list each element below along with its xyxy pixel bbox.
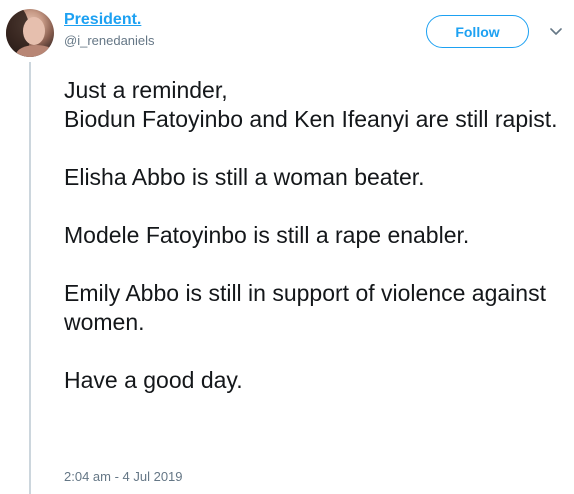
thread-line	[29, 62, 31, 494]
chevron-down-icon-graphic	[550, 28, 562, 35]
chevron-down-icon[interactable]	[549, 25, 563, 39]
tweet-paragraph: Modele Fatoyinbo is still a rape enabler…	[64, 222, 470, 248]
tweet-paragraph: Elisha Abbo is still a woman beater.	[64, 164, 425, 190]
avatar[interactable]	[6, 9, 54, 57]
follow-button[interactable]: Follow	[426, 15, 529, 48]
avatar-shoulder	[16, 45, 54, 57]
tweet-card: President. @i_renedaniels Follow Just a …	[0, 0, 574, 494]
tweet-text: Just a reminder, Biodun Fatoyinbo and Ke…	[64, 76, 564, 395]
author-display-name[interactable]: President.	[64, 10, 141, 30]
tweet-paragraph: Have a good day.	[64, 367, 243, 393]
tweet-paragraph: Just a reminder, Biodun Fatoyinbo and Ke…	[64, 77, 558, 132]
avatar-face	[23, 17, 45, 45]
tweet-paragraph: Emily Abbo is still in support of violen…	[64, 280, 546, 335]
tweet-timestamp[interactable]: 2:04 am - 4 Jul 2019	[64, 469, 183, 485]
author-handle[interactable]: @i_renedaniels	[64, 33, 155, 49]
